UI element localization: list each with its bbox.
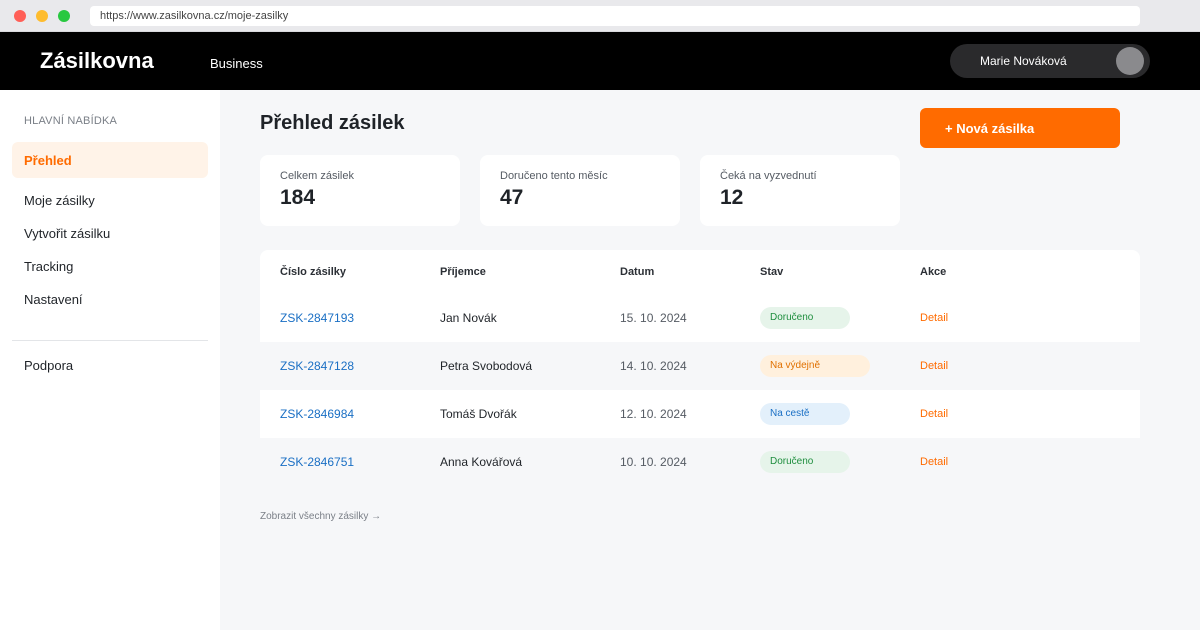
show-all-shipments-link[interactable]: Zobrazit všechny zásilky → [260, 511, 381, 522]
column-header-date: Datum [620, 266, 655, 278]
sidebar-item-moje-zasilky[interactable]: Moje zásilky [12, 182, 208, 218]
address-bar[interactable]: https://www.zasilkovna.cz/moje-zasilky [90, 6, 1140, 26]
user-menu[interactable]: Marie Nováková [950, 44, 1150, 78]
table-row: ZSK-2846751 Anna Kovářová 10. 10. 2024 D… [260, 438, 1140, 486]
recipient-name: Tomáš Dvořák [440, 407, 517, 421]
sidebar-item-nastaveni[interactable]: Nastavení [12, 281, 208, 317]
sidebar-heading: HLAVNÍ NABÍDKA [24, 115, 118, 127]
column-header-status: Stav [760, 266, 784, 278]
stat-value: 12 [720, 186, 744, 209]
detail-link[interactable]: Detail [920, 456, 948, 468]
recipient-name: Anna Kovářová [440, 455, 523, 469]
recipient-name: Petra Svobodová [440, 359, 533, 373]
sidebar: HLAVNÍ NABÍDKA Přehled Moje zásilky Vytv… [0, 90, 220, 630]
status-badge: Na cestě [760, 403, 850, 425]
page-title: Přehled zásilek [260, 112, 405, 134]
table-row: ZSK-2847193 Jan Novák 15. 10. 2024 Doruč… [260, 294, 1140, 342]
top-navigation: Zásilkovna Business Marie Nováková [0, 32, 1200, 90]
sidebar-item-podpora[interactable]: Podpora [12, 347, 208, 383]
column-header-id: Číslo zásilky [280, 266, 347, 278]
stat-card-delivered: Doručeno tento měsíc 47 [480, 155, 680, 226]
sidebar-item-tracking[interactable]: Tracking [12, 248, 208, 284]
table-row: ZSK-2846984 Tomáš Dvořák 12. 10. 2024 Na… [260, 390, 1140, 438]
logo[interactable]: Zásilkovna [40, 48, 154, 74]
shipment-date: 10. 10. 2024 [620, 455, 687, 469]
detail-link[interactable]: Detail [920, 312, 948, 324]
stat-label: Doručeno tento měsíc [500, 170, 608, 182]
minimize-window-button[interactable] [36, 10, 48, 22]
stat-label: Čeká na vyzvednutí [720, 170, 817, 182]
new-shipment-button[interactable]: + Nová zásilka [920, 108, 1120, 148]
user-name: Marie Nováková [980, 54, 1067, 68]
avatar[interactable] [1116, 47, 1144, 75]
shipment-date: 14. 10. 2024 [620, 359, 687, 373]
table-header: Číslo zásilky Příjemce Datum Stav Akce [260, 250, 1140, 294]
shipments-table: Číslo zásilky Příjemce Datum Stav Akce Z… [260, 250, 1140, 486]
close-window-button[interactable] [14, 10, 26, 22]
sidebar-item-prehled[interactable]: Přehled [12, 142, 208, 178]
shipment-date: 15. 10. 2024 [620, 311, 687, 325]
maximize-window-button[interactable] [58, 10, 70, 22]
column-header-recipient: Příjemce [440, 266, 486, 278]
table-row: ZSK-2847128 Petra Svobodová 14. 10. 2024… [260, 342, 1140, 390]
nav-business[interactable]: Business [210, 56, 263, 71]
shipment-id-link[interactable]: ZSK-2846984 [280, 407, 354, 421]
shipment-date: 12. 10. 2024 [620, 407, 687, 421]
recipient-name: Jan Novák [440, 311, 497, 325]
detail-link[interactable]: Detail [920, 360, 948, 372]
status-badge: Doručeno [760, 307, 850, 329]
status-badge: Na výdejně [760, 355, 870, 377]
stat-card-total: Celkem zásilek 184 [260, 155, 460, 226]
stat-value: 47 [500, 186, 524, 209]
shipment-id-link[interactable]: ZSK-2847128 [280, 359, 354, 373]
shipment-id-link[interactable]: ZSK-2847193 [280, 311, 354, 325]
detail-link[interactable]: Detail [920, 408, 948, 420]
sidebar-item-vytvorit-zasilku[interactable]: Vytvořit zásilku [12, 215, 208, 251]
stat-card-waiting: Čeká na vyzvednutí 12 [700, 155, 900, 226]
column-header-action: Akce [920, 266, 947, 278]
status-badge: Doručeno [760, 451, 850, 473]
sidebar-divider [12, 340, 208, 341]
shipment-id-link[interactable]: ZSK-2846751 [280, 455, 354, 469]
browser-chrome: https://www.zasilkovna.cz/moje-zasilky [0, 0, 1200, 32]
stat-label: Celkem zásilek [280, 170, 354, 182]
stat-value: 184 [280, 186, 316, 209]
